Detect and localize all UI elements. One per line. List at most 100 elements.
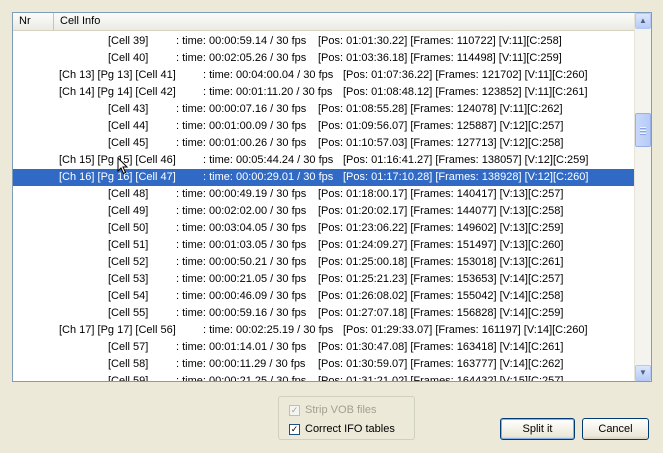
- cell-time: : time: 00:01:03.05 / 30 fps: [176, 239, 307, 251]
- cell-time: : time: 00:00:11.29 / 30 fps: [176, 358, 306, 370]
- cell-time: : time: 00:02:02.00 / 30 fps: [176, 205, 307, 217]
- cell-position: [Pos: 01:17:10.28] [Frames: 138928] [V:1…: [343, 171, 589, 183]
- cell-position: [Pos: 01:26:08.02] [Frames: 155042] [V:1…: [318, 290, 564, 302]
- cell-time: : time: 00:01:11.20 / 30 fps: [203, 86, 333, 98]
- cell-label: [Cell 52]: [108, 256, 149, 268]
- cell-position: [Pos: 01:29:33.07] [Frames: 161197] [V:1…: [343, 324, 588, 336]
- cancel-button[interactable]: Cancel: [582, 418, 649, 440]
- strip-vob-label: Strip VOB files: [305, 403, 377, 416]
- table-row[interactable]: [Ch 13] [Pg 13] [Cell 41] : time: 00:04:0…: [13, 67, 636, 84]
- cell-position: [Pos: 01:30:47.08] [Frames: 163418] [V:1…: [318, 341, 564, 353]
- table-row[interactable]: [Cell 59] : time: 00:00:21.25 / 30 fps [Po…: [13, 373, 636, 382]
- cell-time: : time: 00:01:00.09 / 30 fps: [176, 120, 307, 132]
- cell-time: : time: 00:00:21.25 / 30 fps: [176, 375, 307, 382]
- cell-position: [Pos: 01:24:09.27] [Frames: 151497] [V:1…: [318, 239, 564, 251]
- table-row[interactable]: [Cell 43] : time: 00:00:07.16 / 30 fps [Po…: [13, 101, 636, 118]
- cell-label: [Cell 53]: [108, 273, 149, 285]
- cell-label: [Cell 58]: [108, 358, 149, 370]
- strip-vob-checkbox-row[interactable]: ✓ Strip VOB files: [289, 402, 377, 418]
- column-header-cell-info[interactable]: Cell Info: [54, 13, 636, 30]
- split-button[interactable]: Split it: [500, 418, 575, 440]
- table-row[interactable]: [Cell 48]: time: 00:00:49.19 / 30 fps [Po…: [13, 186, 636, 203]
- cell-time: : time: 00:05:44.24 / 30 fps: [203, 154, 334, 166]
- table-row[interactable]: [Ch 14] [Pg 14] [Cell 42] : time: 00:01:1…: [13, 84, 636, 101]
- cell-position: [Pos: 01:25:00.18] [Frames: 153018] [V:1…: [318, 256, 564, 268]
- cell-label: [Cell 44]: [108, 120, 149, 132]
- cell-time: : time: 00:01:00.26 / 30 fps: [176, 137, 307, 149]
- cell-label: [Cell 45]: [108, 137, 149, 149]
- cell-position: [Pos: 01:30:59.07] [Frames: 163777] [V:1…: [318, 358, 564, 370]
- cell-time: : time: 00:02:05.26 / 30 fps: [176, 52, 307, 64]
- cell-label: [Cell 39]: [108, 35, 149, 47]
- cell-time: : time: 00:01:14.01 / 30 fps: [176, 341, 307, 353]
- table-row[interactable]: [Cell 50]: time: 00:03:04.05 / 30 fps [Po…: [13, 220, 636, 237]
- cell-position: [Pos: 01:16:41.27] [Frames: 138057] [V:1…: [343, 154, 589, 166]
- cell-position: [Pos: 01:08:48.12] [Frames: 123852] [V:1…: [343, 86, 588, 98]
- column-header-label: Nr: [19, 15, 31, 27]
- options-group: ✓ Strip VOB files ✓ Correct IFO tables: [278, 396, 415, 440]
- cell-time: : time: 00:00:21.05 / 30 fps: [176, 273, 307, 285]
- cell-position: [Pos: 01:31:21.02] [Frames: 164432] [V:1…: [318, 375, 564, 382]
- cell-position: [Pos: 01:08:55.28] [Frames: 124078] [V:1…: [318, 103, 563, 115]
- cell-time: : time: 00:00:29.01 / 30 fps: [203, 171, 334, 183]
- correct-ifo-checkbox-row[interactable]: ✓ Correct IFO tables: [289, 421, 395, 437]
- scroll-up-arrow-icon[interactable]: ▲: [635, 13, 651, 29]
- cell-label: [Cell 49]: [108, 205, 149, 217]
- cell-label: [Cell 40]: [108, 52, 149, 64]
- vertical-scrollbar[interactable]: ▲ ▼: [634, 13, 651, 381]
- cell-position: [Pos: 01:25:21.23] [Frames: 153653] [V:1…: [318, 273, 564, 285]
- scroll-down-arrow-icon[interactable]: ▼: [635, 365, 651, 381]
- table-row[interactable]: [Cell 51] : time: 00:01:03.05 / 30 fps [Po…: [13, 237, 636, 254]
- table-row[interactable]: [Ch 16] [Pg 16] [Cell 47]: time: 00:00:2…: [13, 169, 636, 186]
- cell-position: [Pos: 01:01:30.22] [Frames: 110722] [V:1…: [318, 35, 562, 47]
- cell-position: [Pos: 01:23:06.22] [Frames: 149602] [V:1…: [318, 222, 564, 234]
- cell-time: : time: 00:00:46.09 / 30 fps: [176, 290, 307, 302]
- cell-time: : time: 00:03:04.05 / 30 fps: [176, 222, 307, 234]
- cell-label: [Cell 55]: [108, 307, 149, 319]
- table-row[interactable]: [Cell 44] : time: 00:01:00.09 / 30 fps [Po…: [13, 118, 636, 135]
- table-row[interactable]: [Cell 49] : time: 00:02:02.00 / 30 fps [Po…: [13, 203, 636, 220]
- cell-label: [Cell 43]: [108, 103, 149, 115]
- table-row[interactable]: [Cell 53] : time: 00:00:21.05 / 30 fps [Po…: [13, 271, 636, 288]
- cell-time: : time: 00:00:07.16 / 30 fps: [176, 103, 307, 115]
- cell-position: [Pos: 01:09:56.07] [Frames: 125887] [V:1…: [318, 120, 564, 132]
- table-row[interactable]: [Ch 17] [Pg 17] [Cell 56] : time: 00:02:2…: [13, 322, 636, 339]
- table-row[interactable]: [Cell 55] : time: 00:00:59.16 / 30 fps [Po…: [13, 305, 636, 322]
- column-header-label: Cell Info: [60, 15, 101, 27]
- cell-position: [Pos: 01:27:07.18] [Frames: 156828] [V:1…: [318, 307, 564, 319]
- list-rows: [Cell 39] : time: 00:00:59.14 / 30 fps [Po…: [13, 33, 636, 382]
- table-row[interactable]: [Cell 40] : time: 00:02:05.26 / 30 fps [Po…: [13, 50, 636, 67]
- table-row[interactable]: [Ch 15] [Pg 15] [Cell 46]: time: 00:05:4…: [13, 152, 636, 169]
- cell-position: [Pos: 01:10:57.03] [Frames: 127713] [V:1…: [318, 137, 564, 149]
- cell-label: [Ch 17] [Pg 17] [Cell 56]: [59, 324, 176, 336]
- cell-time: : time: 00:00:59.16 / 30 fps: [176, 307, 307, 319]
- list-header: Nr Cell Info: [13, 13, 636, 31]
- cell-label: [Cell 54]: [108, 290, 149, 302]
- cell-position: [Pos: 01:20:02.17] [Frames: 144077] [V:1…: [318, 205, 564, 217]
- cell-time: : time: 00:00:49.19 / 30 fps: [176, 188, 307, 200]
- table-row[interactable]: [Cell 52] : time: 00:00:50.21 / 30 fps [Po…: [13, 254, 636, 271]
- cell-label: [Ch 14] [Pg 14] [Cell 42]: [59, 86, 176, 98]
- cell-label: [Cell 51]: [108, 239, 149, 251]
- cell-time: : time: 00:00:50.21 / 30 fps: [176, 256, 307, 268]
- cell-label: [Cell 57]: [108, 341, 149, 353]
- table-row[interactable]: [Cell 39] : time: 00:00:59.14 / 30 fps [Po…: [13, 33, 636, 50]
- column-header-nr[interactable]: Nr: [13, 13, 54, 30]
- cell-position: [Pos: 01:03:36.18] [Frames: 114498] [V:1…: [318, 52, 562, 64]
- mouse-pointer-icon: [117, 157, 129, 175]
- cell-label: [Cell 59]: [108, 375, 149, 382]
- cell-label: [Cell 48]: [108, 188, 149, 200]
- cell-label: [Ch 13] [Pg 13] [Cell 41]: [59, 69, 176, 81]
- cell-time: : time: 00:02:25.19 / 30 fps: [203, 324, 334, 336]
- cell-time: : time: 00:00:59.14 / 30 fps: [176, 35, 307, 47]
- cell-list-view[interactable]: Nr Cell Info [Cell 39] : time: 00:00:59.1…: [12, 12, 652, 382]
- strip-vob-checkbox[interactable]: ✓: [289, 404, 300, 416]
- table-row[interactable]: [Cell 57] : time: 00:01:14.01 / 30 fps [Po…: [13, 339, 636, 356]
- table-row[interactable]: [Cell 45] : time: 00:01:00.26 / 30 fps [Po…: [13, 135, 636, 152]
- correct-ifo-checkbox[interactable]: ✓: [289, 423, 300, 435]
- correct-ifo-label: Correct IFO tables: [305, 422, 395, 435]
- cell-time: : time: 00:04:00.04 / 30 fps: [203, 69, 334, 81]
- table-row[interactable]: [Cell 58] : time: 00:00:11.29 / 30 fps [Po…: [13, 356, 636, 373]
- table-row[interactable]: [Cell 54] : time: 00:00:46.09 / 30 fps [Po…: [13, 288, 636, 305]
- scrollbar-thumb[interactable]: [635, 113, 651, 147]
